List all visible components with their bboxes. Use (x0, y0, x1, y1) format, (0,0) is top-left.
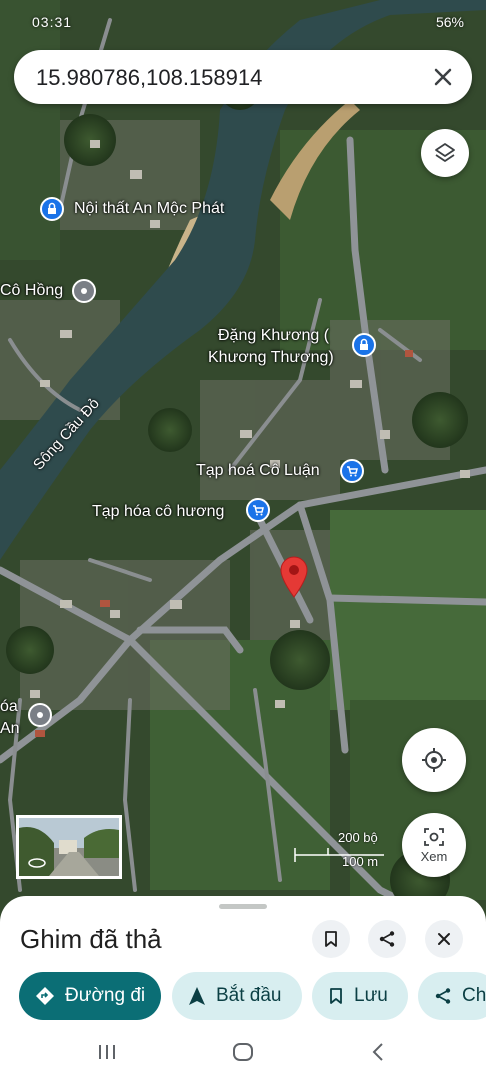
start-button[interactable]: Bắt đầu (172, 972, 302, 1020)
share-chip-button[interactable]: Ch (418, 972, 486, 1020)
shop-pin-icon[interactable] (352, 333, 376, 357)
start-label: Bắt đầu (216, 985, 282, 1006)
directions-button[interactable]: Đường đi (19, 972, 161, 1020)
map-label-dang-khuong-1[interactable]: Đặng Khương ( (218, 327, 329, 345)
home-icon[interactable] (232, 1042, 254, 1062)
cart-pin-icon[interactable] (340, 459, 364, 483)
close-icon[interactable] (428, 62, 458, 92)
shop-pin-icon[interactable] (40, 197, 64, 221)
bookmark-button[interactable] (312, 920, 350, 958)
layers-button[interactable] (421, 129, 469, 177)
map-label-place[interactable]: Cô Hồng (0, 282, 63, 300)
close-sheet-button[interactable] (425, 920, 463, 958)
share-icon (379, 931, 395, 947)
map-label-dang-khuong-2[interactable]: Khương Thương) (208, 349, 334, 367)
status-battery: 56% (435, 14, 464, 30)
cart-pin-icon[interactable] (246, 498, 270, 522)
status-time: 03:31 (32, 14, 73, 30)
my-location-button[interactable] (402, 728, 466, 792)
view-button-label: Xem (420, 848, 448, 864)
dropped-pin-icon[interactable] (279, 556, 309, 598)
map-label-shop[interactable]: Nội thất An Mộc Phát (74, 200, 224, 218)
place-pin-icon[interactable] (28, 703, 52, 727)
crosshair-icon (422, 748, 446, 772)
search-bar[interactable]: 15.980786,108.158914 (14, 50, 472, 104)
street-view-thumbnail[interactable] (16, 815, 122, 879)
back-icon[interactable] (370, 1042, 386, 1062)
system-nav-bar (0, 1025, 486, 1080)
save-label: Lưu (354, 985, 388, 1006)
rotate-360-icon (28, 858, 46, 868)
sheet-title: Ghim đã thả (20, 924, 162, 954)
directions-label: Đường đi (65, 985, 146, 1006)
map-label-place-left-2[interactable]: An (0, 720, 20, 738)
scale-bottom-label: 100 m (342, 854, 379, 869)
bookmark-icon (330, 988, 342, 1004)
map-label-grocery-1[interactable]: Tạp hoá Cô Luận (196, 462, 320, 480)
place-pin-icon[interactable] (72, 279, 96, 303)
share-icon (435, 988, 451, 1004)
save-button[interactable]: Lưu (312, 972, 408, 1020)
status-bar: 03:31 56% (0, 0, 486, 52)
map-label-grocery-2[interactable]: Tạp hóa cô hương (92, 503, 224, 521)
map-scale: 200 bộ 100 m (294, 830, 386, 870)
recent-apps-icon[interactable] (97, 1043, 117, 1061)
camera-scan-icon (424, 827, 444, 846)
navigation-arrow-icon (189, 987, 205, 1005)
sheet-drag-handle[interactable] (219, 904, 267, 909)
view-button[interactable]: Xem (402, 813, 466, 877)
share-button[interactable] (368, 920, 406, 958)
share-chip-label: Ch (462, 985, 486, 1006)
bookmark-icon (325, 931, 337, 947)
scale-top-label: 200 bộ (338, 830, 378, 845)
directions-icon (36, 987, 54, 1005)
map-label-place-left-1[interactable]: óa (0, 698, 18, 716)
search-input[interactable]: 15.980786,108.158914 (36, 65, 262, 91)
close-icon (438, 933, 450, 945)
layers-icon (435, 143, 455, 162)
